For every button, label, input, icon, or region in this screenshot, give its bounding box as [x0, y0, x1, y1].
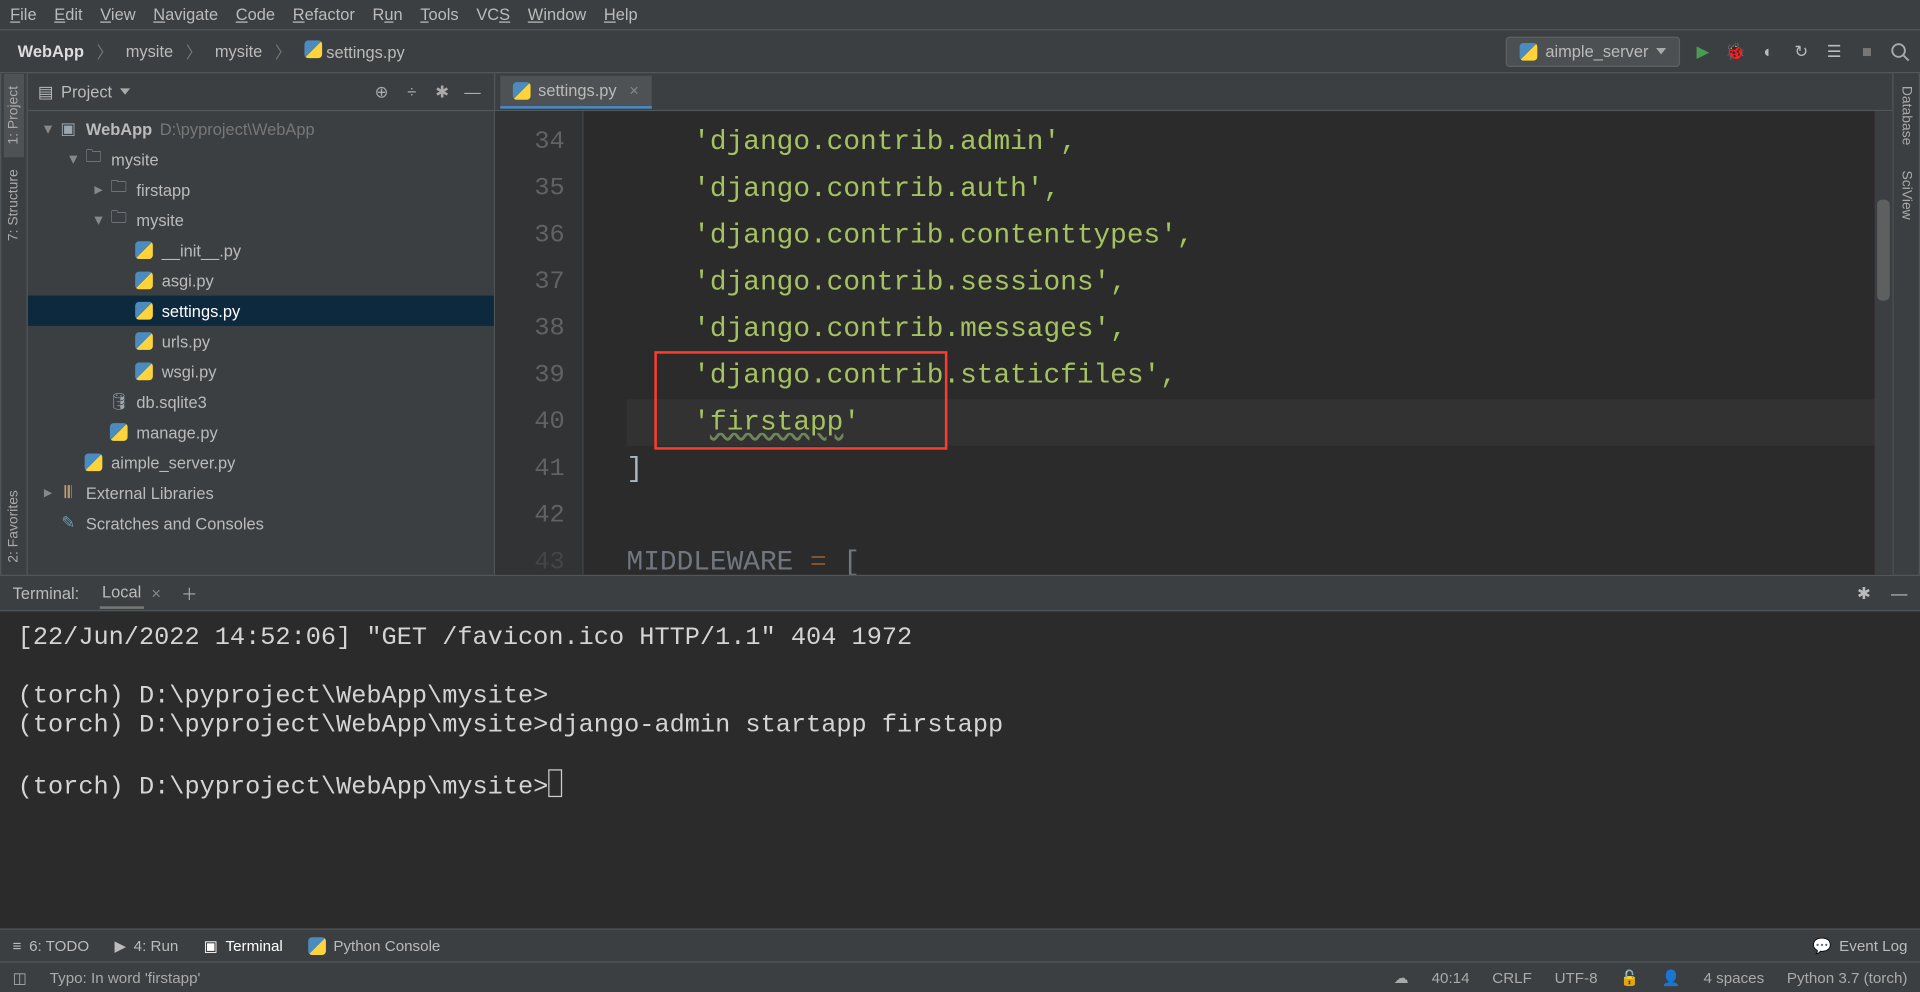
terminal-settings-icon[interactable]: ✱ — [1857, 583, 1871, 603]
editor-tab-settings[interactable]: settings.py × — [500, 75, 651, 108]
tree-root[interactable]: ▾▣ WebAppD:\pyproject\WebApp — [28, 114, 494, 144]
left-tool-stripe: 1: Project 7: Structure 2: Favorites — [0, 73, 28, 574]
tree-file-manage[interactable]: manage.py — [28, 417, 494, 447]
run-button[interactable]: ▶ — [1693, 41, 1713, 61]
editor-scrollbar[interactable] — [1875, 111, 1893, 575]
highlight-box — [654, 351, 947, 450]
tool-window-terminal[interactable]: ▣ Terminal — [204, 937, 283, 955]
project-tree[interactable]: ▾▣ WebAppD:\pyproject\WebApp ▾🗀mysite ▸🗀… — [28, 111, 494, 575]
close-tab-icon[interactable]: × — [629, 81, 639, 100]
close-terminal-tab-icon[interactable]: × — [151, 584, 161, 603]
chevron-right-icon: 〉 — [97, 39, 113, 63]
terminal-output[interactable]: [22/Jun/2022 14:52:06] "GET /favicon.ico… — [0, 611, 1920, 928]
coverage-button[interactable]: ◐ — [1758, 41, 1778, 61]
tree-file-settings[interactable]: settings.py — [28, 296, 494, 326]
status-bar: ◫ Typo: In word 'firstapp' ☁ 40:14 CRLF … — [0, 961, 1920, 991]
tool-window-python-console[interactable]: Python Console — [308, 937, 440, 955]
menu-view[interactable]: View — [100, 5, 135, 24]
tree-folder-firstapp[interactable]: ▸🗀firstapp — [28, 174, 494, 204]
status-message: Typo: In word 'firstapp' — [50, 968, 201, 986]
status-caret-position[interactable]: 40:14 — [1432, 968, 1470, 986]
menu-refactor[interactable]: Refactor — [293, 5, 355, 24]
project-view-dropdown[interactable] — [120, 88, 130, 94]
menu-run[interactable]: Run — [372, 5, 402, 24]
menu-tools[interactable]: Tools — [420, 5, 458, 24]
code-editor[interactable]: 34353637 38394041 4243 'django.contrib.a… — [495, 111, 1892, 575]
menu-window[interactable]: Window — [528, 5, 586, 24]
tool-window-run[interactable]: ▶ 4: Run — [114, 937, 178, 955]
tree-file-wsgi[interactable]: wsgi.py — [28, 356, 494, 386]
tree-external-libs[interactable]: ▸𝄃𝄃External Libraries — [28, 477, 494, 507]
project-view-icon: ▤ — [38, 81, 54, 101]
menu-vcs[interactable]: VCS — [476, 5, 510, 24]
crumb-2[interactable]: mysite — [207, 39, 270, 63]
new-terminal-tab-icon[interactable]: ＋ — [181, 581, 197, 605]
run-config-name: aimple_server — [1545, 42, 1648, 61]
menu-navigate[interactable]: Navigate — [153, 5, 218, 24]
status-indent[interactable]: 4 spaces — [1704, 968, 1765, 986]
bottom-tool-stripe: ≡ 6: TODO ▶ 4: Run ▣ Terminal Python Con… — [0, 928, 1920, 961]
tool-window-sciview[interactable]: SciView — [1896, 158, 1916, 232]
terminal-title: Terminal: — [13, 584, 80, 603]
tool-window-database[interactable]: Database — [1896, 73, 1916, 158]
terminal-tool-window: Terminal: Local × ＋ ✱ — [22/Jun/2022 14:… — [0, 575, 1920, 929]
tree-file-db[interactable]: 🛢db.sqlite3 — [28, 387, 494, 417]
terminal-tab-local[interactable]: Local — [99, 577, 143, 609]
chevron-down-icon — [1656, 48, 1666, 54]
crumb-project[interactable]: WebApp — [10, 39, 91, 63]
main-menu-bar: File Edit View Navigate Code Refactor Ru… — [0, 0, 1920, 30]
collapse-icon[interactable]: ÷ — [400, 80, 423, 103]
status-readonly-icon[interactable]: 🔓 — [1620, 968, 1639, 986]
event-log-button[interactable]: 💬 Event Log — [1813, 937, 1908, 955]
locate-icon[interactable]: ⊕ — [370, 80, 393, 103]
tree-folder-mysite[interactable]: ▾🗀mysite — [28, 144, 494, 174]
chevron-right-icon: 〉 — [275, 39, 291, 63]
editor-tabs: settings.py × — [495, 73, 1892, 111]
crumb-file[interactable]: settings.py — [296, 38, 412, 65]
tool-window-project[interactable]: 1: Project — [4, 73, 24, 157]
right-tool-stripe: Database SciView — [1892, 73, 1920, 574]
project-tool-window: ▤ Project ⊕ ÷ ✱ — ▾▣ WebAppD:\pyproject\… — [28, 73, 495, 574]
hide-icon[interactable]: — — [461, 80, 484, 103]
menu-help[interactable]: Help — [604, 5, 638, 24]
python-file-icon — [513, 81, 531, 99]
status-git-icon[interactable]: ☁ — [1394, 968, 1409, 986]
line-gutter: 34353637 38394041 4243 — [495, 111, 583, 575]
status-line-separator[interactable]: CRLF — [1492, 968, 1532, 986]
menu-edit[interactable]: Edit — [54, 5, 82, 24]
status-interpreter[interactable]: Python 3.7 (torch) — [1787, 968, 1907, 986]
project-panel-title: Project — [61, 82, 112, 101]
tree-file-init[interactable]: __init__.py — [28, 235, 494, 265]
tree-file-urls[interactable]: urls.py — [28, 326, 494, 356]
tree-scratches[interactable]: ✎Scratches and Consoles — [28, 508, 494, 538]
reload-button[interactable]: ☰ — [1824, 41, 1844, 61]
editor-tab-label: settings.py — [538, 81, 617, 100]
menu-file[interactable]: File — [10, 5, 36, 24]
tree-file-aimple[interactable]: aimple_server.py — [28, 447, 494, 477]
tool-window-structure[interactable]: 7: Structure — [4, 157, 24, 254]
tree-folder-mysite-inner[interactable]: ▾🗀mysite — [28, 205, 494, 235]
settings-icon[interactable]: ✱ — [431, 80, 454, 103]
menu-code[interactable]: Code — [236, 5, 275, 24]
search-everywhere-button[interactable] — [1890, 41, 1910, 61]
hide-terminal-icon[interactable]: — — [1891, 584, 1907, 603]
chevron-right-icon: 〉 — [186, 39, 202, 63]
editor-area: settings.py × 34353637 38394041 4243 'dj… — [495, 73, 1892, 574]
tool-window-todo[interactable]: ≡ 6: TODO — [13, 937, 90, 955]
python-icon — [1520, 42, 1538, 60]
breadcrumb: WebApp 〉 mysite 〉 mysite 〉 settings.py — [10, 38, 412, 65]
status-inspection-icon[interactable]: 👤 — [1662, 968, 1681, 986]
debug-button[interactable]: 🐞 — [1726, 41, 1746, 61]
tool-window-favorites[interactable]: 2: Favorites — [4, 477, 24, 575]
navigation-bar: WebApp 〉 mysite 〉 mysite 〉 settings.py a… — [0, 30, 1920, 73]
python-file-icon — [304, 40, 322, 58]
stop-button[interactable]: ■ — [1857, 41, 1877, 61]
tree-file-asgi[interactable]: asgi.py — [28, 265, 494, 295]
crumb-1[interactable]: mysite — [118, 39, 181, 63]
status-encoding[interactable]: UTF-8 — [1555, 968, 1598, 986]
status-window-icon[interactable]: ◫ — [13, 968, 27, 986]
profiler-button[interactable]: ↻ — [1791, 41, 1811, 61]
run-configuration-selector[interactable]: aimple_server — [1506, 36, 1680, 66]
terminal-cursor — [548, 769, 562, 797]
